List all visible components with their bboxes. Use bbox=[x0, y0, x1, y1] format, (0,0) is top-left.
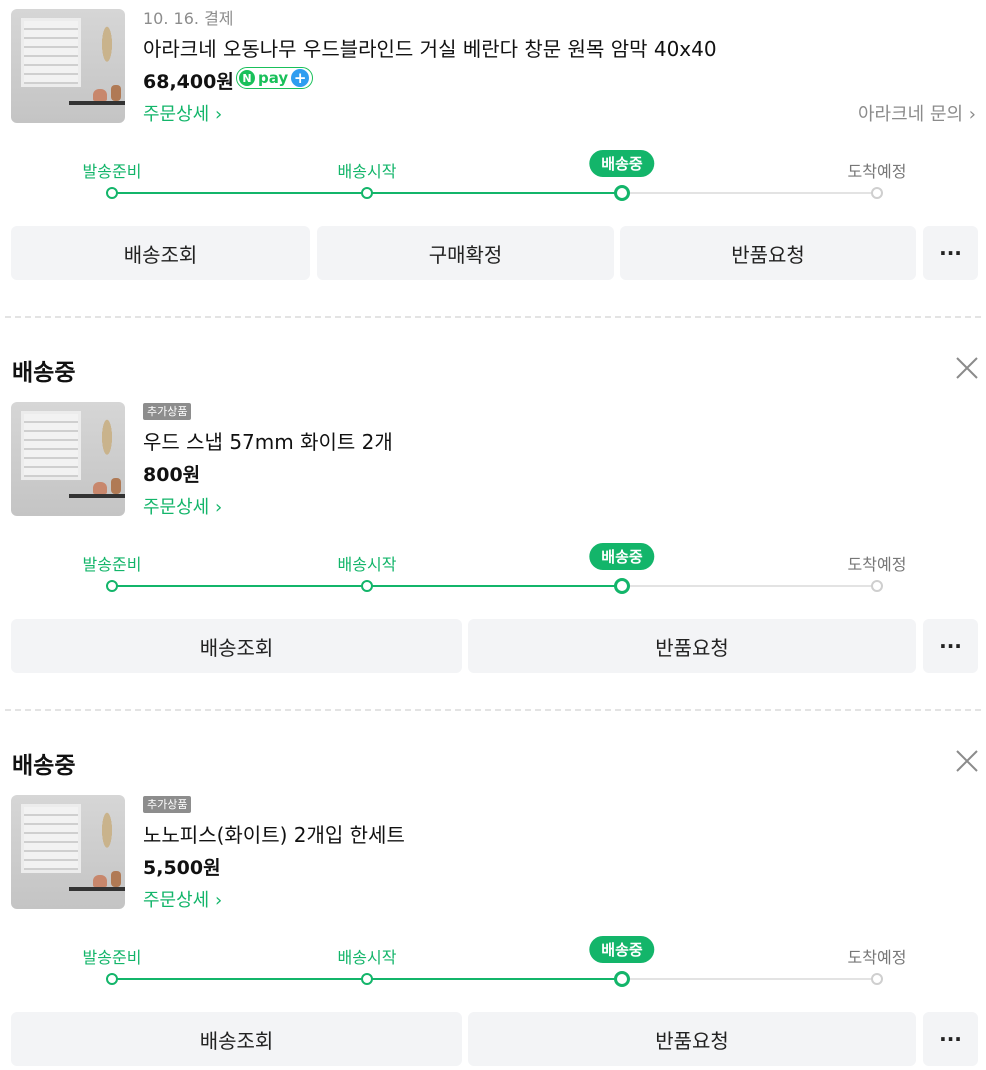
payment-date: 10. 16. 결제 bbox=[143, 9, 234, 28]
step-dot-prepare bbox=[106, 580, 118, 592]
additional-product-badge: 추가상품 bbox=[143, 403, 192, 420]
step-label-prepare: 발송준비 bbox=[82, 162, 142, 181]
naver-n-icon: N bbox=[239, 70, 255, 86]
close-icon[interactable] bbox=[955, 749, 979, 773]
npay-plus-badge: N pay + bbox=[236, 67, 313, 89]
plus-icon: + bbox=[291, 69, 310, 87]
delivery-tracker: 발송준비 배송시작 배송중 도착예정 bbox=[0, 543, 986, 607]
step-dot-shipped bbox=[361, 973, 373, 985]
return-request-button[interactable]: 반품요청 bbox=[468, 1012, 916, 1066]
product-name[interactable]: 우드 스냅 57mm 화이트 2개 bbox=[143, 426, 393, 455]
step-dot-shipped bbox=[361, 187, 373, 199]
product-thumbnail[interactable] bbox=[11, 795, 125, 909]
product-name[interactable]: 아라크네 오동나무 우드블라인드 거실 베란다 창문 원목 암막 40x40 bbox=[143, 33, 717, 62]
step-label-in-transit-current: 배송중 bbox=[589, 150, 655, 177]
step-dot-shipped bbox=[361, 580, 373, 592]
step-label-shipped: 배송시작 bbox=[337, 162, 397, 181]
product-price: 800원 bbox=[143, 464, 201, 486]
shipping-status-title: 배송중 bbox=[12, 753, 76, 779]
step-dot-prepare bbox=[106, 187, 118, 199]
product-price: 68,400원 bbox=[143, 71, 234, 93]
step-dot-current bbox=[614, 578, 630, 594]
progress-line-pending bbox=[622, 978, 877, 980]
return-request-button[interactable]: 반품요청 bbox=[620, 226, 916, 280]
step-label-shipped: 배송시작 bbox=[337, 555, 397, 574]
shipping-status-title: 배송중 bbox=[12, 360, 76, 386]
more-options-button[interactable]: ··· bbox=[923, 619, 978, 673]
step-dot-prepare bbox=[106, 973, 118, 985]
step-label-arrival: 도착예정 bbox=[847, 162, 907, 181]
track-delivery-button[interactable]: 배송조회 bbox=[11, 619, 462, 673]
more-options-button[interactable]: ··· bbox=[923, 1012, 978, 1066]
step-dot-current bbox=[614, 185, 630, 201]
delivery-tracker: 발송준비 배송시작 배송중 도착예정 bbox=[0, 150, 986, 214]
track-delivery-button[interactable]: 배송조회 bbox=[11, 1012, 462, 1066]
confirm-purchase-button[interactable]: 구매확정 bbox=[317, 226, 614, 280]
order-divider bbox=[5, 316, 981, 318]
step-label-prepare: 발송준비 bbox=[82, 948, 142, 967]
more-options-button[interactable]: ··· bbox=[923, 226, 978, 280]
product-name[interactable]: 노노피스(화이트) 2개입 한세트 bbox=[143, 819, 405, 848]
product-thumbnail[interactable] bbox=[11, 9, 125, 123]
order-divider bbox=[5, 709, 981, 711]
step-dot-arrival bbox=[871, 580, 883, 592]
close-icon[interactable] bbox=[955, 356, 979, 380]
order-detail-link[interactable]: 주문상세 › bbox=[143, 100, 222, 126]
step-dot-current bbox=[614, 971, 630, 987]
additional-product-badge: 추가상품 bbox=[143, 796, 192, 813]
product-thumbnail[interactable] bbox=[11, 402, 125, 516]
step-label-in-transit-current: 배송중 bbox=[589, 936, 655, 963]
delivery-tracker: 발송준비 배송시작 배송중 도착예정 bbox=[0, 936, 986, 1000]
step-label-prepare: 발송준비 bbox=[82, 555, 142, 574]
progress-line-pending bbox=[622, 192, 877, 194]
product-price: 5,500원 bbox=[143, 857, 221, 879]
step-dot-arrival bbox=[871, 973, 883, 985]
step-label-shipped: 배송시작 bbox=[337, 948, 397, 967]
order-detail-link[interactable]: 주문상세 › bbox=[143, 886, 222, 912]
track-delivery-button[interactable]: 배송조회 bbox=[11, 226, 310, 280]
progress-line-pending bbox=[622, 585, 877, 587]
order-detail-link[interactable]: 주문상세 › bbox=[143, 493, 222, 519]
step-label-in-transit-current: 배송중 bbox=[589, 543, 655, 570]
step-dot-arrival bbox=[871, 187, 883, 199]
return-request-button[interactable]: 반품요청 bbox=[468, 619, 916, 673]
seller-inquiry-link[interactable]: 아라크네 문의 › bbox=[858, 100, 976, 126]
npay-label: pay bbox=[258, 69, 289, 87]
step-label-arrival: 도착예정 bbox=[847, 555, 907, 574]
step-label-arrival: 도착예정 bbox=[847, 948, 907, 967]
